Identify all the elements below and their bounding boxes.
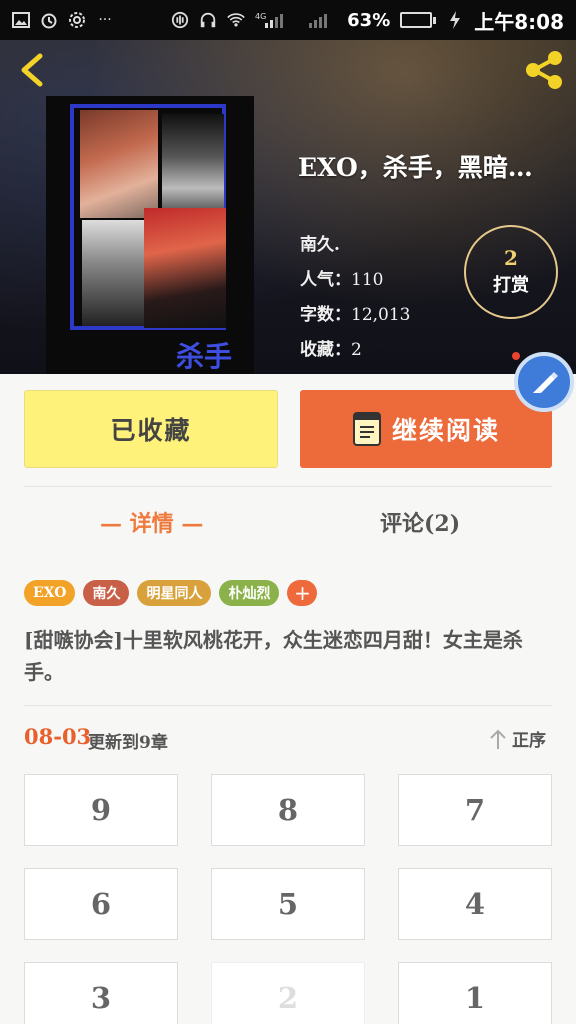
collected-button[interactable]: 已收藏 <box>24 390 278 468</box>
update-date: 08-03 <box>24 724 92 749</box>
tab-detail[interactable]: — 详情 — <box>100 506 203 546</box>
chapter-button[interactable]: 9 <box>24 774 178 846</box>
tag-list: EXO 南久 明星同人 朴灿烈 + <box>24 580 318 606</box>
settings-icon <box>68 11 86 29</box>
wifi-icon <box>227 11 245 29</box>
tip-label: 打赏 <box>493 275 529 296</box>
image-icon <box>12 11 30 29</box>
charging-icon <box>446 11 464 29</box>
favorites-stat: 收藏：2 <box>300 335 362 360</box>
chapter-button[interactable]: 2 <box>211 962 365 1024</box>
cover-photo-3 <box>82 220 148 326</box>
chapter-button[interactable]: 8 <box>211 774 365 846</box>
tab-comments[interactable]: 评论(2) <box>380 506 460 546</box>
chevron-left-icon <box>21 53 43 87</box>
chapter-button[interactable]: 4 <box>398 868 552 940</box>
book-author[interactable]: 南久. <box>300 230 340 255</box>
update-text: 更新到9章 <box>88 733 168 753</box>
book-cover[interactable]: 杀手 <box>46 96 254 374</box>
add-tag-button[interactable]: + <box>287 580 318 606</box>
word-count-label: 字数： <box>300 305 351 325</box>
share-icon <box>526 51 562 89</box>
sort-label: 正序 <box>512 731 546 751</box>
share-button[interactable] <box>522 48 566 92</box>
popularity-value: 110 <box>351 270 384 290</box>
tag-item[interactable]: EXO <box>24 580 76 606</box>
chapter-button[interactable]: 6 <box>24 868 178 940</box>
divider <box>24 705 552 706</box>
word-count-value: 12,013 <box>351 305 411 325</box>
book-description: [甜嗾协会]十里软风桃花开，众生迷恋四月甜！女主是杀手。 <box>24 628 523 684</box>
continue-reading-label: 继续阅读 <box>391 416 500 445</box>
status-bar: ··· 4G 63% 上午8:08 <box>0 0 576 40</box>
popularity-stat: 人气：110 <box>300 265 383 290</box>
tag-item[interactable]: 南久 <box>83 580 130 606</box>
chapter-button[interactable]: 5 <box>211 868 365 940</box>
vibrate-icon <box>171 11 189 29</box>
back-button[interactable] <box>12 48 52 92</box>
cover-photo-4 <box>144 208 226 328</box>
clock: 上午8:08 <box>474 9 564 34</box>
chapter-button[interactable]: 1 <box>398 962 552 1024</box>
popularity-label: 人气： <box>300 270 351 290</box>
divider <box>24 486 552 487</box>
tip-count: 2 <box>504 246 518 270</box>
chapter-button[interactable]: 3 <box>24 962 178 1024</box>
network-type-text: 4G <box>255 12 266 21</box>
tip-button[interactable]: 2 打赏 <box>464 225 558 319</box>
headphones-icon <box>199 11 217 29</box>
tag-item[interactable]: 朴灿烈 <box>219 580 280 606</box>
floating-action-button[interactable] <box>514 352 574 412</box>
arrow-up-icon <box>490 729 506 749</box>
notification-dot <box>512 352 520 360</box>
favorites-label: 收藏： <box>300 340 351 360</box>
cover-title-art: 杀手 <box>46 334 254 374</box>
brush-icon <box>533 372 558 393</box>
more-icon: ··· <box>98 12 112 28</box>
signal-2-icon <box>307 11 337 29</box>
book-header: 杀手 EXO，杀手，黑暗… 南久. 人气：110 字数：12,013 收藏： 2 … <box>0 40 576 374</box>
book-title: EXO，杀手，黑暗… <box>298 153 533 182</box>
battery-percent: 63% <box>347 9 391 31</box>
cover-photo-2 <box>162 114 224 220</box>
tag-item[interactable]: 明星同人 <box>137 580 212 606</box>
chapter-button[interactable]: 7 <box>398 774 552 846</box>
sort-button[interactable]: 正序 <box>488 726 546 751</box>
cover-photo-1 <box>80 110 158 218</box>
continue-reading-button[interactable]: 继续阅读 <box>300 390 552 468</box>
word-count-stat: 字数：12,013 <box>300 300 410 325</box>
book-icon <box>352 412 381 446</box>
signal-icon: 4G <box>255 11 297 29</box>
alarm-icon <box>40 11 58 29</box>
battery-icon <box>400 12 437 28</box>
cover-title-text: 杀手 <box>176 340 232 373</box>
favorites-value: 2 <box>351 340 362 360</box>
